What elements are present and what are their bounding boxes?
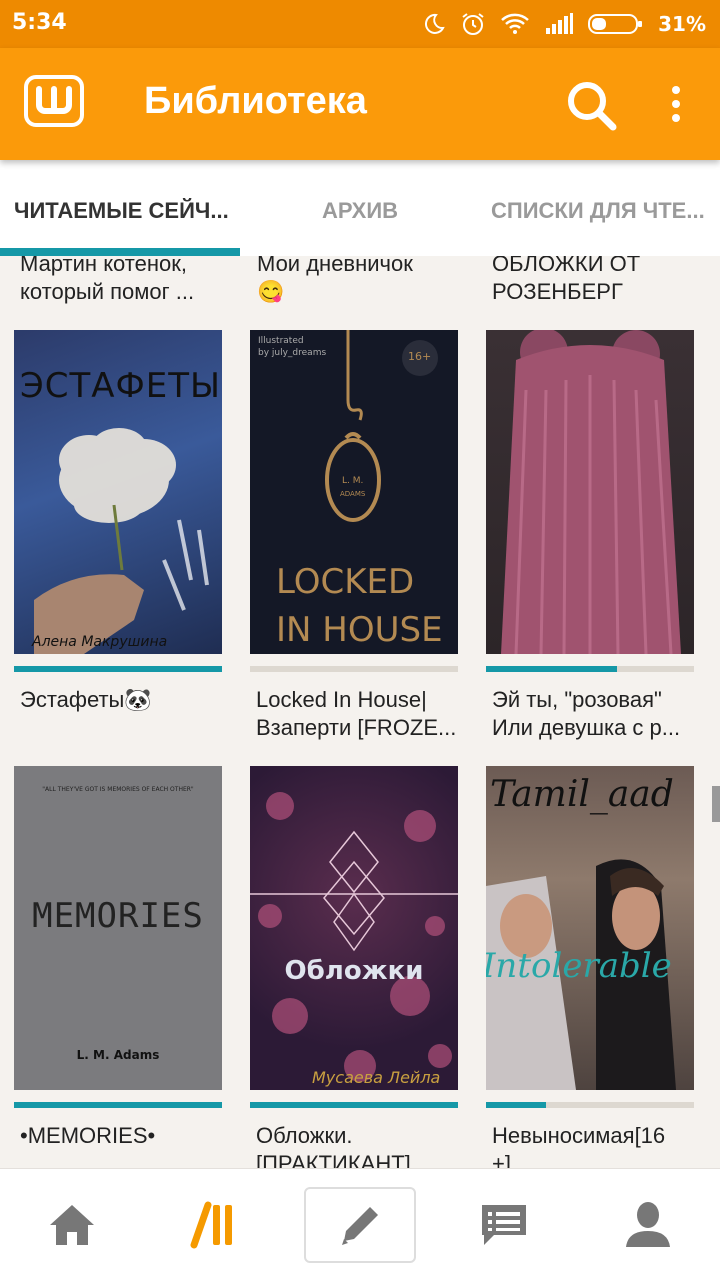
progress-fill [14,666,222,672]
cover-author: Мусаева Лейла [312,1068,441,1087]
cover-top-text: Tamil_aad [490,774,674,815]
status-time: 5:34 [12,10,67,35]
nav-home[interactable] [16,1187,128,1263]
status-bar: 5:34 31% [0,0,720,48]
cover-author: L. M. Adams [76,1048,160,1062]
more-vert-icon[interactable] [656,76,696,136]
book-card[interactable]: "ALL THEY'VE GOT IS MEMORIES OF EACH OTH… [14,766,222,1150]
book-card[interactable]: Эй ты, "розовая" Или девушка с р... [486,330,694,742]
cover-author: Алена Макрушина [32,634,168,650]
reading-progress [250,1102,458,1108]
book-cover[interactable]: Обложки Мусаева Лейла [250,766,458,1090]
cover-quote: "ALL THEY'VE GOT IS MEMORIES OF EACH OTH… [42,786,194,793]
age-badge: 16+ [408,350,432,363]
battery-percent: 31% [658,12,706,36]
nav-messages[interactable] [448,1187,560,1263]
tab-bar: ЧИТАЕМЫЕ СЕЙЧ... АРХИВ СПИСКИ ДЛЯ ЧТЕ... [0,160,720,256]
moon-icon [425,13,445,34]
progress-fill [250,1102,458,1108]
cover-title-line1: LOCKED [276,562,415,602]
wattpad-logo-icon[interactable] [24,75,84,127]
book-title[interactable]: •MEMORIES• [14,1122,224,1150]
cover-illustrated: Illustrated [258,336,304,346]
cover-author: L. M. [342,476,364,486]
bottom-nav [0,1168,720,1281]
home-icon [50,1205,94,1245]
library-icon [190,1201,232,1249]
battery-icon [588,14,643,34]
list-item-title[interactable]: Мои дневничок 😋 [257,256,467,306]
reading-progress [250,666,458,672]
cover-title: MEMORIES [32,896,204,936]
nav-profile[interactable] [592,1187,704,1263]
book-card[interactable]: Обложки Мусаева Лейла Обложки. [ПРАКТИКАН… [250,766,458,1168]
app-bar: Библиотека [0,48,720,160]
tab-reading-lists[interactable]: СПИСКИ ДЛЯ ЧТЕ... [480,198,720,224]
cover-title: ЭСТАФЕТЫ [20,366,222,406]
tab-archive[interactable]: АРХИВ [240,198,480,224]
progress-fill [14,1102,222,1108]
book-title[interactable]: Невыносимая[16 +] [486,1122,696,1168]
profile-icon [626,1202,670,1247]
reading-progress [486,666,694,672]
cover-author-surname: ADAMS [340,490,366,498]
signal-icon [546,13,574,34]
progress-fill [486,1102,547,1108]
tab-reading-now[interactable]: ЧИТАЕМЫЕ СЕЙЧ... [0,198,240,224]
book-cover[interactable]: ЭСТАФЕТЫ Алена Макрушина [14,330,222,654]
book-card[interactable]: Tamil_aad Intolerable Невыносимая[16 +] [486,766,694,1168]
page-title: Библиотека [144,80,367,122]
book-cover[interactable]: Tamil_aad Intolerable [486,766,694,1090]
book-cover[interactable]: Illustrated by july_dreams 16+ L. M. ADA… [250,330,458,654]
library-grid[interactable]: Мартин котенок, который помог ... Мои дне… [0,256,720,1168]
book-cover[interactable]: "ALL THEY'VE GOT IS MEMORIES OF EACH OTH… [14,766,222,1090]
book-title[interactable]: Locked In House| Взаперти [FROZE... [250,686,460,742]
nav-library[interactable] [160,1187,272,1263]
cover-illustrator: by july_dreams [258,348,327,358]
scrollbar-thumb[interactable] [712,786,720,822]
wifi-icon [501,13,529,34]
book-card[interactable]: ЭСТАФЕТЫ Алена Макрушина Эстафеты🐼 [14,330,222,714]
reading-progress [14,666,222,672]
progress-fill [486,666,618,672]
book-title[interactable]: Эй ты, "розовая" Или девушка с р... [486,686,696,742]
book-cover[interactable] [486,330,694,654]
messages-icon [482,1205,526,1245]
cover-title: Обложки [284,956,424,986]
cover-title-line2: IN HOUSE [276,610,443,650]
book-title[interactable]: Обложки. [ПРАКТИКАНТ] [250,1122,460,1168]
book-title[interactable]: Эстафеты🐼 [14,686,224,714]
cover-script-title: Intolerable [486,946,672,986]
search-icon[interactable] [562,76,622,136]
nav-write[interactable] [304,1187,416,1263]
reading-progress [14,1102,222,1108]
book-card[interactable]: Illustrated by july_dreams 16+ L. M. ADA… [250,330,458,742]
list-item-title[interactable]: Мартин котенок, который помог ... [20,256,230,306]
alarm-icon [462,13,484,35]
write-icon [342,1207,378,1245]
list-item-title[interactable]: ОБЛОЖКИ ОТ РОЗЕНБЕРГ [492,256,702,306]
tab-indicator [0,248,240,256]
reading-progress [486,1102,694,1108]
